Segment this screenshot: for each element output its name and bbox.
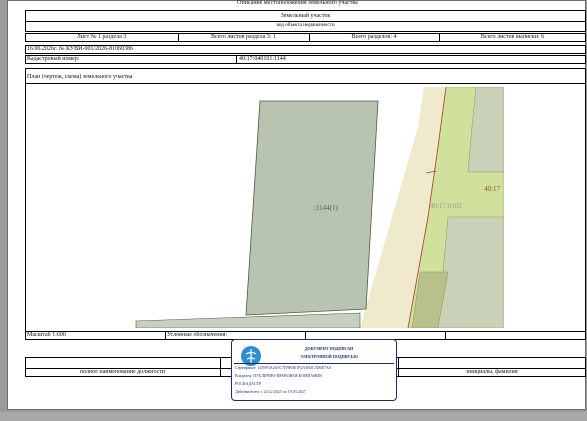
legend-label: Условные обозначения: (167, 332, 228, 338)
doc-number: 16.06.2026г. № КУВИ-001/2026-81060386 (27, 46, 134, 52)
cadastral-label: Кадастровый номер: (27, 56, 80, 62)
stamp-owner: Владелец: ПУБЛИЧНО-ПРАВОВАЯ КОМПАНИЯ (235, 373, 322, 378)
object-name: Земельный участок (280, 13, 331, 19)
main-parcel (245, 100, 379, 316)
sheets-in-section: Всего листов раздела 3: 1 (211, 34, 276, 40)
position-label: полное наименование должности (79, 369, 166, 375)
scale: Масштаб 1:600 (27, 332, 66, 338)
object-kind: вид объекта недвижимости (276, 23, 335, 28)
sections-total: Всего разделов: 4 (351, 34, 397, 40)
sheet-number: Лист № 1 раздела 3 (76, 34, 127, 40)
parcel-label: :1144(1) (314, 204, 339, 212)
edge-label: 40:17 (484, 185, 500, 193)
cadastral-number: 40:17:040101:1144 (239, 56, 286, 62)
document-page: Описание местоположения земельного участ… (7, 0, 586, 410)
stamp-line2: ЭЛЕКТРОННОЙ ПОДПИСЬЮ (300, 354, 358, 359)
viewer-background (0, 412, 587, 421)
stamp-line1: ДОКУМЕНТ ПОДПИСАН (304, 346, 354, 351)
e-signature-stamp: ДОКУМЕНТ ПОДПИСАН ЭЛЕКТРОННОЙ ПОДПИСЬЮ С… (231, 339, 397, 401)
section-title: Описание местоположения земельного участ… (237, 0, 358, 6)
stamp-cert: Сертификат: 1259F3A4A5C7D9B0E1F2A3B4C5D6… (235, 365, 331, 370)
cadastral-row (25, 55, 586, 64)
stamp-valid: Действителен: с 24.12.2025 по 19.03.2027 (235, 389, 306, 394)
sheets-total: Всего листов выписки: 6 (480, 34, 545, 40)
stamp-org: РОСКАДАСТР (235, 381, 262, 386)
cadastral-plan-map: :1144(1) 40:17:0102 40:17 (28, 87, 504, 328)
name-label: инициалы, фамилия (466, 369, 518, 375)
neighbor-label: 40:17:0102 (430, 202, 462, 210)
plan-title: План (чертеж, схема) земельного участка (27, 74, 133, 80)
